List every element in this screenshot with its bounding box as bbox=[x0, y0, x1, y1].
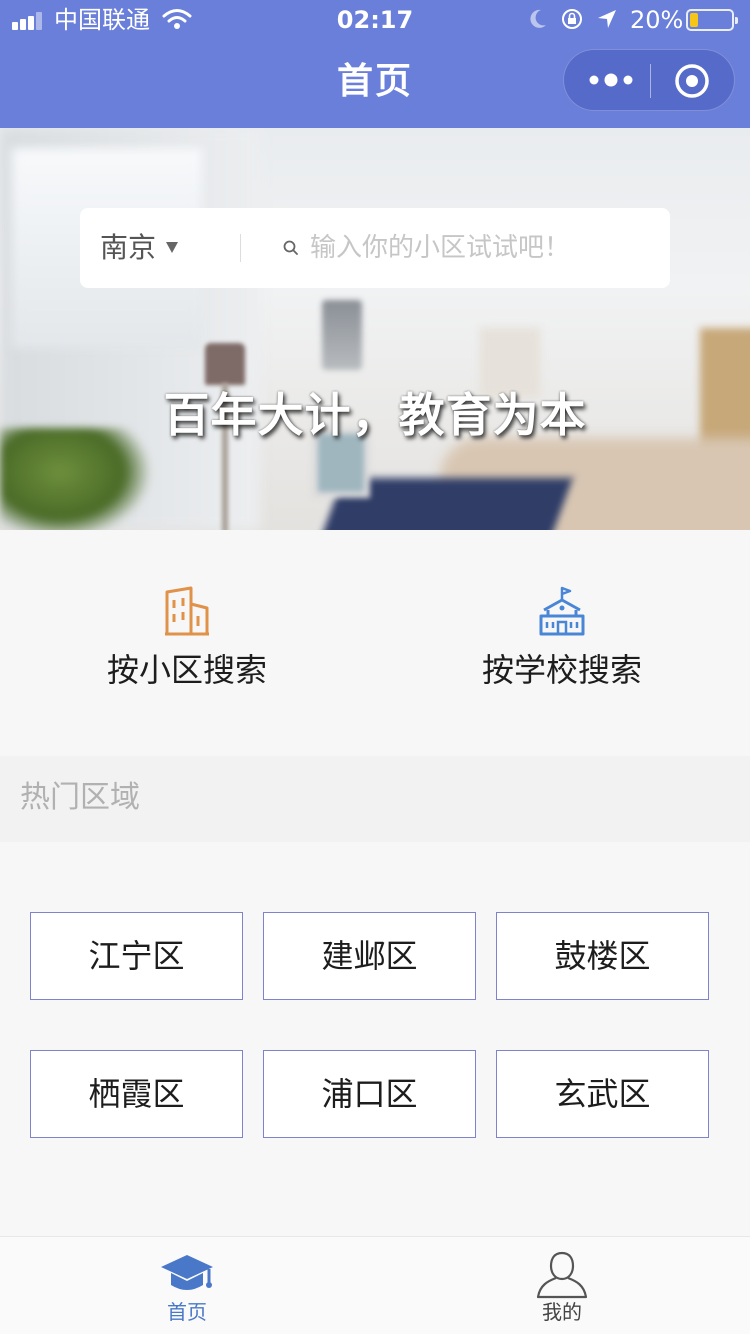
area-button[interactable]: 栖霞区 bbox=[30, 1050, 243, 1138]
status-bar: 中国联通 02:17 20% bbox=[0, 0, 750, 40]
miniprogram-capsule bbox=[563, 49, 735, 111]
area-button[interactable]: 江宁区 bbox=[30, 912, 243, 1000]
search-icon bbox=[283, 240, 298, 255]
option-label: 按学校搜索 bbox=[481, 651, 642, 689]
search-input[interactable] bbox=[310, 208, 650, 288]
close-miniprogram-icon[interactable] bbox=[674, 63, 710, 99]
tab-label: 首页 bbox=[167, 1300, 207, 1324]
moon-icon bbox=[530, 9, 546, 28]
hot-areas-header: 热门区域 bbox=[0, 756, 750, 842]
bottom-tab-bar: 首页 我的 bbox=[0, 1236, 750, 1334]
area-button[interactable]: 鼓楼区 bbox=[496, 912, 709, 1000]
tab-home[interactable]: 首页 bbox=[87, 1237, 287, 1334]
banner-bg-lamp bbox=[205, 343, 245, 385]
area-button[interactable]: 建邺区 bbox=[263, 912, 476, 1000]
building-icon bbox=[165, 586, 209, 636]
battery-icon bbox=[686, 9, 738, 31]
person-icon bbox=[536, 1251, 588, 1299]
hot-areas-grid: 江宁区 建邺区 鼓楼区 栖霞区 浦口区 玄武区 bbox=[0, 842, 750, 1232]
section-title: 热门区域 bbox=[20, 780, 140, 815]
location-arrow-icon bbox=[598, 10, 616, 28]
tab-label: 我的 bbox=[542, 1300, 582, 1324]
search-by-school-button[interactable]: 按学校搜索 bbox=[412, 586, 712, 696]
search-divider bbox=[240, 234, 241, 262]
city-selector[interactable]: 南京 bbox=[100, 208, 156, 288]
area-button[interactable]: 玄武区 bbox=[496, 1050, 709, 1138]
search-options: 按小区搜索 按学校搜索 bbox=[0, 530, 750, 756]
tab-mine[interactable]: 我的 bbox=[462, 1237, 662, 1334]
top-bar: 中国联通 02:17 20% 首页 bbox=[0, 0, 750, 128]
search-box: 南京 bbox=[80, 208, 670, 288]
capsule-divider bbox=[650, 64, 651, 98]
battery-percent: 20% bbox=[630, 6, 684, 34]
hero-slogan: 百年大计，教育为本 bbox=[163, 388, 587, 442]
graduation-cap-icon bbox=[161, 1255, 213, 1290]
hero-banner: 南京 百年大计，教育为本 bbox=[0, 128, 750, 530]
more-icon[interactable] bbox=[584, 50, 638, 110]
search-by-community-button[interactable]: 按小区搜索 bbox=[37, 586, 337, 696]
school-icon bbox=[539, 586, 585, 636]
caret-down-icon[interactable] bbox=[164, 239, 180, 255]
rotation-lock-icon bbox=[562, 9, 582, 29]
option-label: 按小区搜索 bbox=[106, 651, 267, 689]
area-button[interactable]: 浦口区 bbox=[263, 1050, 476, 1138]
banner-bg-wall-art bbox=[322, 300, 362, 370]
